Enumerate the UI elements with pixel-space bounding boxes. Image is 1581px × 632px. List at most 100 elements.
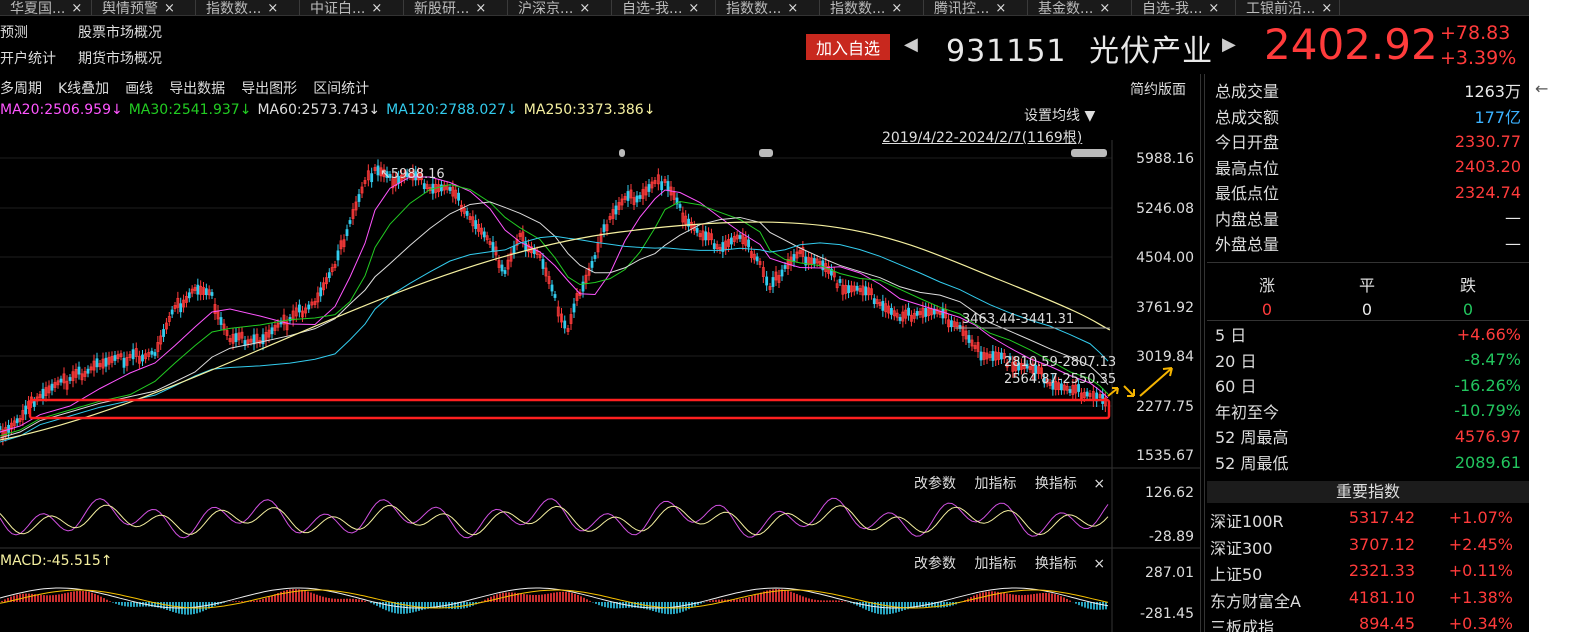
key-index-row[interactable]: 东方财富全A 4181.10 +1.38% [1210, 588, 1525, 614]
candle-body [234, 333, 238, 343]
key-index-name: 三板成指 [1210, 618, 1275, 632]
tab-item[interactable]: 指数数... × [196, 0, 300, 16]
key-index-name: 上证50 [1210, 565, 1263, 584]
tab-close-icon[interactable]: × [995, 2, 1006, 16]
tab-item[interactable]: 腾讯控... × [924, 0, 1028, 16]
candle-body [898, 317, 902, 321]
candle-body [104, 357, 108, 367]
tab-label: 指数数... [830, 1, 886, 16]
prev-security-arrow-icon[interactable]: ◀ [904, 34, 918, 55]
security-title: 931151 光伏产业 [946, 26, 1213, 70]
candle-body [712, 243, 716, 250]
stat-label: 外盘总量 [1215, 235, 1280, 254]
arrow-icon [1139, 367, 1173, 397]
tab-close-icon[interactable]: × [688, 2, 699, 16]
candle-body [345, 229, 349, 237]
key-index-row[interactable]: 上证50 2321.33 +0.11% [1210, 561, 1525, 587]
indicator1-add[interactable]: 加指标 [974, 476, 1016, 492]
candle-body [503, 270, 507, 274]
tab-close-icon[interactable]: × [787, 2, 798, 16]
event-marker [1071, 149, 1107, 157]
tab-item[interactable]: 指数数... × [820, 0, 924, 16]
indicator1-edit-params[interactable]: 改参数 [914, 476, 956, 492]
tab-close-icon[interactable]: × [891, 2, 902, 16]
toolbar-item[interactable]: 区间统计 [313, 78, 369, 98]
tab-close-icon[interactable]: × [579, 2, 590, 16]
macd-tick-label: 287.01 [1145, 565, 1194, 581]
candle-body [941, 308, 945, 319]
candle-body [792, 254, 796, 262]
toolbar-item[interactable]: 导出数据 [169, 78, 225, 98]
key-index-name: 深证300 [1210, 538, 1273, 558]
indicator1-close-icon[interactable]: × [1093, 476, 1105, 492]
candle-body [357, 194, 361, 202]
tab-item[interactable]: 指数数... × [716, 0, 820, 16]
candle-body [500, 264, 504, 272]
quick-link-stock-overview[interactable]: 股票市场概况 [78, 22, 162, 42]
candle-body [370, 173, 374, 183]
candle-body [1068, 389, 1072, 393]
candle-body [666, 181, 670, 191]
quick-link-futures-overview[interactable]: 期货市场概况 [78, 48, 162, 68]
indicator2-add[interactable]: 加指标 [974, 556, 1016, 572]
key-index-row[interactable]: 深证300 3707.12 +2.45% [1210, 535, 1525, 561]
candle-body [890, 308, 893, 315]
tab-label: 腾讯控... [934, 1, 990, 16]
stat-value: 2330.77 [1454, 131, 1521, 151]
tab-close-icon[interactable]: × [164, 2, 175, 16]
tab-item[interactable]: 华夏国... × [0, 0, 92, 16]
indicator2-close-icon[interactable]: × [1093, 556, 1105, 572]
tab-item[interactable]: 自选-我... × [1132, 0, 1236, 16]
tab-close-icon[interactable]: × [267, 2, 278, 16]
breadth-value: 0 [1261, 300, 1273, 319]
key-index-row[interactable]: 三板成指 894.45 +0.34% [1210, 614, 1525, 632]
period-value: -16.26% [1454, 375, 1521, 395]
next-security-arrow-icon[interactable]: ▶ [1222, 34, 1236, 55]
breadth-separator [1207, 320, 1529, 321]
tab-close-icon[interactable]: × [1321, 2, 1332, 16]
key-index-name: 东方财富全A [1210, 591, 1301, 611]
tab-close-icon[interactable]: × [1208, 2, 1219, 16]
back-arrow-icon[interactable]: ← [1535, 79, 1548, 98]
tab-item[interactable]: 工银前沿... × [1236, 0, 1340, 16]
period-row: 52 周最低 2089.61 [1215, 450, 1521, 474]
indicator2-switch[interactable]: 换指标 [1035, 556, 1077, 572]
period-value: +4.66% [1456, 324, 1521, 344]
candle-body [907, 307, 910, 316]
quick-link-forecast[interactable]: 预测 [0, 22, 56, 42]
breadth-item: 平0 [1337, 272, 1397, 319]
quick-link-account-stats[interactable]: 开户统计 [0, 48, 56, 68]
stat-label: 总成交额 [1215, 107, 1280, 127]
tab-item[interactable]: 沪深京... × [508, 0, 612, 16]
compact-layout-button[interactable]: 简约版面 [1130, 79, 1186, 99]
tab-item[interactable]: 基金数... × [1028, 0, 1132, 16]
tab-item[interactable]: 自选-我... × [612, 0, 716, 16]
macd-title: MACD:-45.515↑ [0, 553, 113, 569]
tab-item[interactable]: 新股研... × [404, 0, 508, 16]
candle-body [695, 228, 699, 233]
toolbar-item[interactable]: K线叠加 [58, 78, 109, 98]
tab-close-icon[interactable]: × [475, 2, 486, 16]
tab-label: 沪深京... [518, 1, 574, 16]
add-to-watchlist-button[interactable]: 加入自选 [806, 34, 890, 60]
indicator2-edit-params[interactable]: 改参数 [914, 556, 956, 572]
period-label: 60 日 [1215, 377, 1257, 397]
period-row: 20 日 -8.47% [1215, 348, 1521, 372]
tab-label: 指数数... [726, 1, 782, 16]
toolbar-item[interactable]: 导出图形 [241, 78, 297, 98]
tab-close-icon[interactable]: × [1099, 2, 1110, 16]
key-index-name: 深证100R [1210, 512, 1284, 531]
toolbar-item[interactable]: 画线 [125, 78, 153, 98]
tab-label: 中证白... [310, 1, 366, 16]
tab-close-icon[interactable]: × [371, 2, 382, 16]
tab-close-icon[interactable]: × [71, 2, 82, 16]
candle-body [626, 191, 630, 201]
price-tick-label: 1535.67 [1136, 448, 1194, 464]
tab-item[interactable]: 中证白... × [300, 0, 404, 16]
toolbar-item[interactable]: 多周期 [0, 78, 42, 98]
quick-links-col2: 股票市场概况 期货市场概况 [78, 22, 162, 68]
key-index-row[interactable]: 深证100R 5317.42 +1.07% [1210, 508, 1525, 534]
indicator1-switch[interactable]: 换指标 [1035, 476, 1077, 492]
tab-item[interactable]: 舆情预警 × [92, 0, 196, 16]
set-ma-button[interactable]: 设置均线 ▼ [1024, 105, 1095, 125]
